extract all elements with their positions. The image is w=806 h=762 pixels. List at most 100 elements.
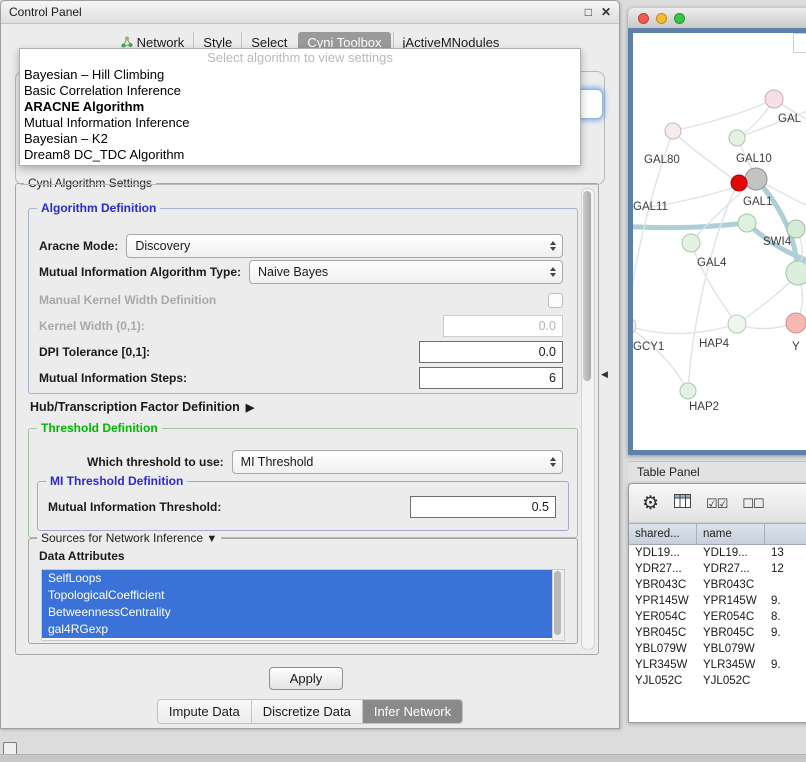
manual-kernel-checkbox[interactable]: [548, 293, 563, 308]
network-edge[interactable]: [691, 179, 756, 243]
aracne-mode-combo[interactable]: Discovery: [126, 234, 563, 258]
network-node[interactable]: [680, 383, 696, 399]
table-row[interactable]: YDR27...YDR27...12: [629, 561, 806, 577]
network-edge[interactable]: [688, 183, 738, 391]
column-browser-icon[interactable]: [674, 494, 691, 512]
algorithm-definition-group: Algorithm Definition Aracne Mode: Discov…: [28, 208, 578, 394]
table-cell: YDL19...: [629, 547, 697, 559]
attribute-item[interactable]: BetweennessCentrality: [42, 604, 553, 621]
traffic-lights: [638, 13, 685, 24]
node-label: GAL11: [633, 201, 668, 213]
table-cell: 9.: [765, 627, 806, 639]
mi-threshold-row: Mutual Information Threshold: 0.5: [48, 496, 556, 518]
table-cell: YBR045C: [629, 627, 697, 639]
settings-scrollbar-thumb[interactable]: [583, 191, 591, 381]
network-node[interactable]: [731, 175, 747, 191]
mi-type-combo[interactable]: Naive Bayes: [249, 260, 563, 284]
column-header[interactable]: [765, 524, 806, 544]
threshold-definition-legend: Threshold Definition: [37, 421, 162, 435]
aracne-mode-label: Aracne Mode:: [39, 239, 118, 253]
column-header[interactable]: name: [697, 524, 765, 544]
node-label: GAL80: [644, 154, 680, 166]
table-cell: YER054C: [697, 611, 765, 623]
select-all-icon[interactable]: ☑☑: [706, 497, 727, 510]
network-node[interactable]: [738, 214, 756, 232]
table-body: YDL19...YDL19...13YDR27...YDR27...12YBR0…: [629, 545, 806, 689]
attribute-item[interactable]: SelfLoops: [42, 570, 553, 587]
control-panel-titlebar[interactable]: Control Panel □ ✕: [1, 1, 619, 24]
zoom-button[interactable]: [674, 13, 685, 24]
table-cell: YBR043C: [697, 579, 765, 591]
which-threshold-value: MI Threshold: [241, 455, 544, 469]
which-threshold-combo[interactable]: MI Threshold: [232, 450, 563, 474]
table-row[interactable]: YPR145WYPR145W9.: [629, 593, 806, 609]
bottom-tab-infer-network[interactable]: Infer Network: [362, 700, 462, 723]
algorithm-option[interactable]: Bayesian – Hill Climbing: [20, 67, 580, 83]
network-edge[interactable]: [633, 324, 737, 334]
node-label: GAL4: [697, 257, 727, 269]
kernel-width-label: Kernel Width (0,1):: [39, 319, 145, 333]
algorithm-option[interactable]: Dream8 DC_TDC Algorithm: [20, 147, 580, 163]
close-panel-icon[interactable]: ✕: [601, 6, 611, 18]
gear-icon[interactable]: ⚙: [642, 494, 659, 513]
network-node[interactable]: [728, 315, 746, 333]
algorithm-option[interactable]: ARACNE Algorithm: [20, 99, 580, 115]
table-panel-header[interactable]: Table Panel: [628, 461, 806, 482]
network-node[interactable]: [682, 234, 700, 252]
network-view-frame: GALGAL80GAL10GAL11GAL1SWI4GAL4GCY1HAP4HA…: [628, 28, 806, 455]
table-row[interactable]: YBR045CYBR045C9.: [629, 625, 806, 641]
table-row[interactable]: YLR345WYLR345W9.: [629, 657, 806, 673]
table-row[interactable]: YJL052CYJL052C: [629, 673, 806, 689]
table-row[interactable]: YBL079WYBL079W: [629, 641, 806, 657]
table-row[interactable]: YBR043CYBR043C: [629, 577, 806, 593]
algorithm-option[interactable]: Bayesian – K2: [20, 131, 580, 147]
bottom-tab-impute-data[interactable]: Impute Data: [158, 700, 251, 723]
algorithm-option[interactable]: Mutual Information Inference: [20, 115, 580, 131]
attribute-item[interactable]: TopologicalCoefficient: [42, 587, 553, 604]
column-header[interactable]: shared...: [629, 524, 697, 544]
select-none-icon[interactable]: ☐☐: [742, 497, 763, 510]
apply-button[interactable]: Apply: [269, 667, 343, 690]
network-scroll-corner[interactable]: [793, 33, 806, 53]
table-cell: 9.: [765, 659, 806, 671]
table-cell: YJL052C: [629, 675, 697, 687]
mi-threshold-field[interactable]: 0.5: [410, 496, 556, 518]
threshold-definition-group: Threshold Definition Which threshold to …: [28, 428, 578, 538]
network-node[interactable]: [745, 168, 767, 190]
network-edge[interactable]: [633, 326, 688, 391]
kernel-width-field[interactable]: 0.0: [443, 315, 563, 337]
network-node[interactable]: [786, 313, 806, 333]
network-edge[interactable]: [673, 131, 738, 183]
settings-scrollbar[interactable]: [581, 188, 595, 650]
network-node[interactable]: [729, 130, 745, 146]
attributes-scrollbar[interactable]: [552, 570, 564, 640]
network-edge[interactable]: [633, 223, 747, 228]
dpi-tolerance-field[interactable]: 0.0: [419, 341, 563, 363]
mi-type-row: Mutual Information Algorithm Type: Naive…: [39, 261, 563, 283]
node-label: HAP4: [699, 338, 730, 350]
attributes-scrollbar-thumb[interactable]: [554, 571, 561, 635]
table-cell: 8.: [765, 611, 806, 623]
network-node[interactable]: [765, 90, 783, 108]
network-node[interactable]: [665, 123, 681, 139]
network-window-titlebar[interactable]: [628, 8, 806, 29]
node-label: GCY1: [633, 341, 664, 353]
attribute-item[interactable]: gal4RGexp: [42, 621, 553, 638]
close-button[interactable]: [638, 13, 649, 24]
panel-splitter-arrow-icon[interactable]: ◀: [601, 369, 608, 380]
table-row[interactable]: YER054CYER054C8.: [629, 609, 806, 625]
hub-definition-toggle[interactable]: Hub/Transcription Factor Definition ▶: [30, 400, 254, 414]
float-window-icon[interactable]: □: [585, 6, 592, 18]
table-cell: YLR345W: [697, 659, 765, 671]
expanded-arrow-icon[interactable]: ▼: [206, 533, 217, 545]
sources-title: Sources for Network Inference: [41, 531, 203, 545]
network-edge[interactable]: [673, 99, 774, 131]
algorithm-option[interactable]: Basic Correlation Inference: [20, 83, 580, 99]
minimize-button[interactable]: [656, 13, 667, 24]
mi-steps-field[interactable]: 6: [419, 367, 563, 389]
network-canvas[interactable]: GALGAL80GAL10GAL11GAL1SWI4GAL4GCY1HAP4HA…: [633, 33, 806, 450]
bottom-tab-discretize-data[interactable]: Discretize Data: [251, 700, 362, 723]
network-node[interactable]: [786, 261, 806, 285]
table-cell: 9.: [765, 595, 806, 607]
table-row[interactable]: YDL19...YDL19...13: [629, 545, 806, 561]
